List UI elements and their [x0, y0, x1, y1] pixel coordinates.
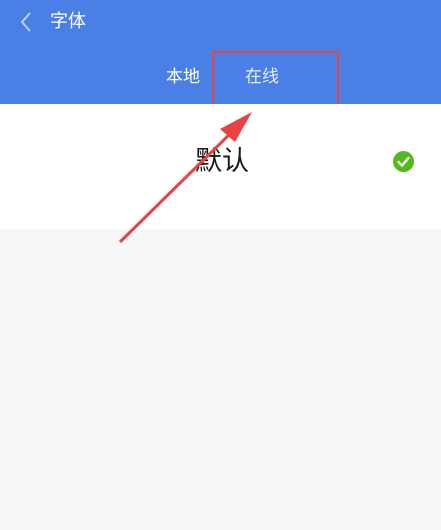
- font-name: 默认: [195, 146, 249, 177]
- check-circle-icon: [393, 151, 414, 172]
- back-chevron-icon[interactable]: [17, 10, 37, 34]
- font-list-item-default[interactable]: 默认: [0, 104, 441, 229]
- page-title: 字体: [50, 11, 86, 32]
- app-bar: 字体 本地 在线: [0, 0, 441, 114]
- tab-local[interactable]: 本地: [166, 66, 200, 88]
